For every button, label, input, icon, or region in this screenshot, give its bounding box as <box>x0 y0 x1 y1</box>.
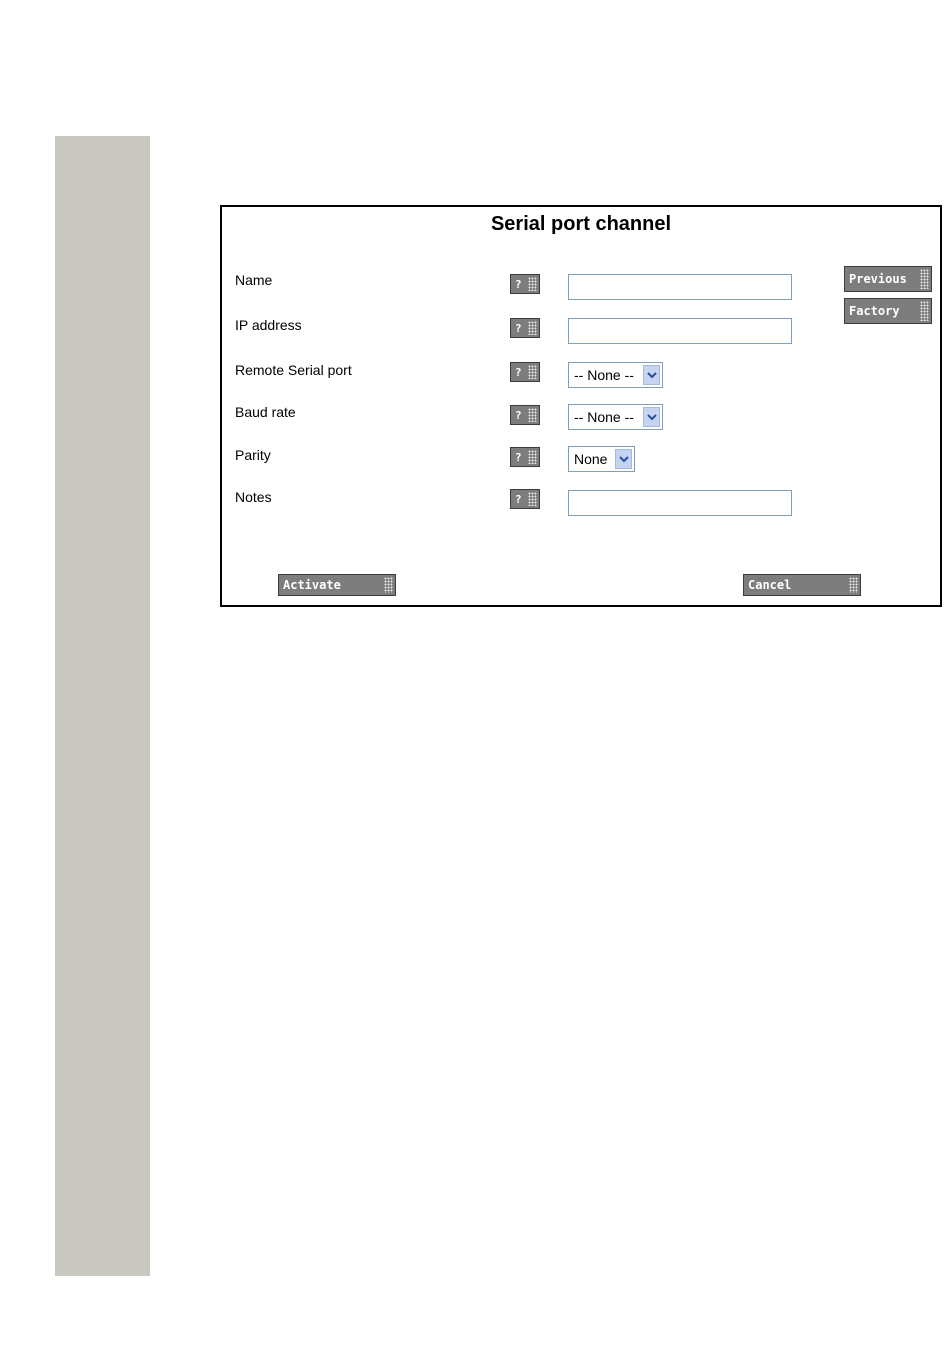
baud-rate-selected-value: -- None -- <box>574 409 634 425</box>
panel-title: Serial port channel <box>490 213 672 235</box>
grip-dots-icon <box>528 365 537 379</box>
page-side-stripe <box>55 136 150 1276</box>
grip-dots-icon <box>528 277 537 291</box>
name-help-button[interactable]: ? <box>510 274 540 294</box>
parity-selected-value: None <box>574 451 608 467</box>
baud-rate-select[interactable]: -- None -- <box>568 404 663 430</box>
chevron-down-icon[interactable] <box>643 407 660 427</box>
remote-serial-port-selected-value: -- None -- <box>574 367 634 383</box>
ip-address-field[interactable] <box>568 318 792 344</box>
ip-address-label: IP address <box>235 317 302 333</box>
question-mark-icon: ? <box>515 322 522 335</box>
question-mark-icon: ? <box>515 451 522 464</box>
question-mark-icon: ? <box>515 409 522 422</box>
activate-button[interactable]: Activate <box>278 574 396 596</box>
name-field[interactable] <box>568 274 792 300</box>
previous-button[interactable]: Previous <box>844 266 932 292</box>
baud-rate-help-button[interactable]: ? <box>510 405 540 425</box>
parity-label: Parity <box>235 447 271 463</box>
question-mark-icon: ? <box>515 493 522 506</box>
grip-dots-icon <box>528 321 537 335</box>
remote-serial-port-label: Remote Serial port <box>235 362 352 378</box>
grip-dots-icon <box>920 301 929 321</box>
factory-button[interactable]: Factory <box>844 298 932 324</box>
grip-dots-icon <box>528 408 537 422</box>
parity-select[interactable]: None <box>568 446 635 472</box>
activate-button-label: Activate <box>283 578 341 592</box>
serial-port-channel-panel: Serial port channel Name ? IP address ? … <box>220 205 942 607</box>
question-mark-icon: ? <box>515 278 522 291</box>
name-label: Name <box>235 272 273 288</box>
ip-address-help-button[interactable]: ? <box>510 318 540 338</box>
cancel-button[interactable]: Cancel <box>743 574 861 596</box>
grip-dots-icon <box>920 269 929 289</box>
remote-serial-port-help-button[interactable]: ? <box>510 362 540 382</box>
parity-help-button[interactable]: ? <box>510 447 540 467</box>
grip-dots-icon <box>384 577 393 593</box>
chevron-down-icon[interactable] <box>615 449 632 469</box>
grip-dots-icon <box>528 492 537 506</box>
cancel-button-label: Cancel <box>748 578 792 592</box>
grip-dots-icon <box>849 577 858 593</box>
factory-button-label: Factory <box>849 304 900 318</box>
chevron-down-icon[interactable] <box>643 365 660 385</box>
remote-serial-port-select[interactable]: -- None -- <box>568 362 663 388</box>
grip-dots-icon <box>528 450 537 464</box>
question-mark-icon: ? <box>515 366 522 379</box>
notes-field[interactable] <box>568 490 792 516</box>
previous-button-label: Previous <box>849 272 907 286</box>
baud-rate-label: Baud rate <box>235 404 296 420</box>
notes-label: Notes <box>235 489 272 505</box>
notes-help-button[interactable]: ? <box>510 489 540 509</box>
